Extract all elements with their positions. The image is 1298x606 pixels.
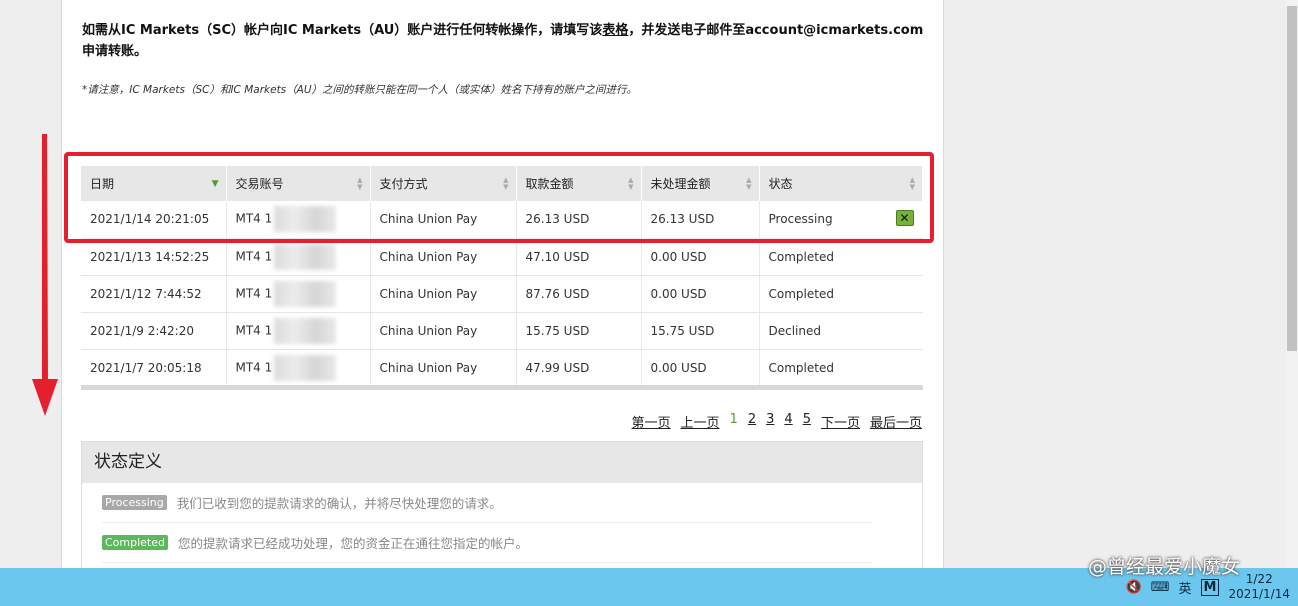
status-badge: Processing: [102, 495, 167, 510]
redacted-account: [274, 280, 337, 307]
keyboard-icon[interactable]: ⌨: [1151, 580, 1170, 595]
page-last[interactable]: 最后一页: [870, 412, 922, 431]
page-scrollbar[interactable]: [1286, 0, 1298, 568]
cell-pending: 15.75 USD: [641, 312, 760, 350]
table-row: 2021/1/13 14:52:25 MT4 1 China Union Pay…: [81, 238, 923, 276]
col-date[interactable]: 日期 ▼: [81, 166, 227, 201]
cell-date: 2021/1/9 2:42:20: [81, 312, 227, 350]
cell-pending: 26.13 USD: [641, 201, 760, 239]
arrow-down-icon: [32, 134, 58, 416]
cell-pending: 0.00 USD: [641, 349, 760, 387]
status-definitions: 状态定义 Processing 我们已收到您的提款请求的确认，并将尽快处理您的请…: [81, 441, 923, 581]
cell-method: China Union Pay: [370, 201, 517, 239]
sort-icon: ▲ ▼: [628, 176, 634, 191]
ime-mode[interactable]: M: [1200, 578, 1220, 596]
cell-account: MT4 1: [226, 275, 371, 313]
col-method[interactable]: 支付方式 ▲ ▼: [370, 166, 517, 201]
status-def-row: Processing 我们已收到您的提款请求的确认，并将尽快处理您的请求。: [102, 483, 872, 523]
sort-icon: ▲ ▼: [909, 176, 915, 191]
ime-language[interactable]: 英: [1179, 578, 1192, 597]
cell-amount: 15.75 USD: [516, 312, 642, 350]
cell-date: 2021/1/12 7:44:52: [81, 275, 227, 313]
page-number[interactable]: 3: [766, 412, 774, 431]
transfer-notice: 如需从IC Markets（SC）帐户向IC Markets（AU）账户进行任何…: [82, 20, 927, 62]
cell-amount: 47.10 USD: [516, 238, 642, 276]
cell-account: MT4 1: [226, 201, 371, 239]
table-row: 2021/1/12 7:44:52 MT4 1 China Union Pay …: [81, 275, 923, 313]
page-current: 1: [729, 412, 738, 427]
cell-method: China Union Pay: [370, 275, 517, 313]
withdrawal-table: 日期 ▼ 交易账号 ▲ ▼ 支付方式 ▲ ▼ 取款金额 ▲ ▼ 未处理金额 ▲ ▼ 状态 ▲ ▼ 20…: [81, 166, 923, 387]
redacted-account: [274, 243, 337, 270]
clock-date: 2021/1/14: [1228, 587, 1290, 601]
cell-date: 2021/1/13 14:52:25: [81, 238, 227, 276]
page-first[interactable]: 第一页: [632, 412, 671, 431]
sort-icon: ▲ ▼: [746, 176, 752, 191]
col-account[interactable]: 交易账号 ▲ ▼: [226, 166, 371, 201]
page-prev[interactable]: 上一页: [681, 412, 720, 431]
page-next[interactable]: 下一页: [821, 412, 860, 431]
table-row: 2021/1/14 20:21:05 MT4 1 China Union Pay…: [81, 201, 923, 239]
cell-pending: 0.00 USD: [641, 238, 760, 276]
page-number[interactable]: 2: [748, 412, 756, 431]
redacted-account: [274, 354, 337, 381]
col-status[interactable]: 状态 ▲ ▼: [759, 166, 923, 201]
status-description: 我们已收到您的提款请求的确认，并将尽快处理您的请求。: [176, 496, 502, 511]
scrollbar-thumb[interactable]: [1287, 6, 1297, 351]
col-pending[interactable]: 未处理金额 ▲ ▼: [641, 166, 760, 201]
page-number[interactable]: 4: [784, 412, 792, 431]
cell-amount: 47.99 USD: [516, 349, 642, 387]
cell-account: MT4 1: [226, 349, 371, 387]
status-badge: Completed: [102, 535, 168, 550]
watermark: @曾经最爱小魔女: [1088, 556, 1241, 578]
page-content: 如需从IC Markets（SC）帐户向IC Markets（AU）账户进行任何…: [61, 0, 944, 581]
cell-amount: 26.13 USD: [516, 201, 642, 239]
page-number[interactable]: 5: [803, 412, 811, 431]
notice-text-pre: 如需从IC Markets（SC）帐户向IC Markets（AU）账户进行任何…: [82, 23, 603, 38]
sort-icon: ▲ ▼: [357, 176, 363, 191]
pagination: 第一页 上一页 1 2 3 4 5 下一页 最后一页: [632, 412, 922, 431]
cell-status: Completed: [759, 275, 923, 313]
cell-status: Processing ✕: [759, 201, 923, 239]
cell-status: Completed: [759, 238, 923, 276]
redacted-account: [274, 317, 337, 344]
transfer-note: *请注意，IC Markets（SC）和IC Markets（AU）之间的转账只…: [82, 84, 638, 96]
sort-desc-icon: ▼: [211, 179, 219, 189]
cell-pending: 0.00 USD: [641, 275, 760, 313]
cell-method: China Union Pay: [370, 238, 517, 276]
redacted-account: [274, 206, 337, 233]
cell-status: Completed: [759, 349, 923, 387]
status-def-row: Completed 您的提款请求已经成功处理，您的资金正在通往您指定的帐户。: [102, 523, 872, 563]
cell-status: Declined: [759, 312, 923, 350]
status-definitions-title: 状态定义: [82, 442, 922, 483]
status-description: 您的提款请求已经成功处理，您的资金正在通往您指定的帐户。: [178, 536, 529, 551]
cell-account: MT4 1: [226, 312, 371, 350]
table-row: 2021/1/9 2:42:20 MT4 1 China Union Pay 1…: [81, 312, 923, 350]
clock-time: 1/22: [1245, 572, 1273, 586]
sort-icon: ▲ ▼: [503, 176, 509, 191]
cell-account: MT4 1: [226, 238, 371, 276]
table-row: 2021/1/7 20:05:18 MT4 1 China Union Pay …: [81, 349, 923, 387]
table-horizontal-scrollbar[interactable]: [81, 385, 923, 390]
cell-method: China Union Pay: [370, 312, 517, 350]
col-amount[interactable]: 取款金额 ▲ ▼: [516, 166, 642, 201]
cell-method: China Union Pay: [370, 349, 517, 387]
volume-muted-icon[interactable]: 🔇: [1126, 580, 1142, 595]
cell-date: 2021/1/14 20:21:05: [81, 201, 227, 239]
form-link[interactable]: 表格: [602, 23, 628, 38]
cancel-withdrawal-icon[interactable]: ✕: [895, 210, 914, 226]
cell-amount: 87.76 USD: [516, 275, 642, 313]
cell-date: 2021/1/7 20:05:18: [81, 349, 227, 387]
